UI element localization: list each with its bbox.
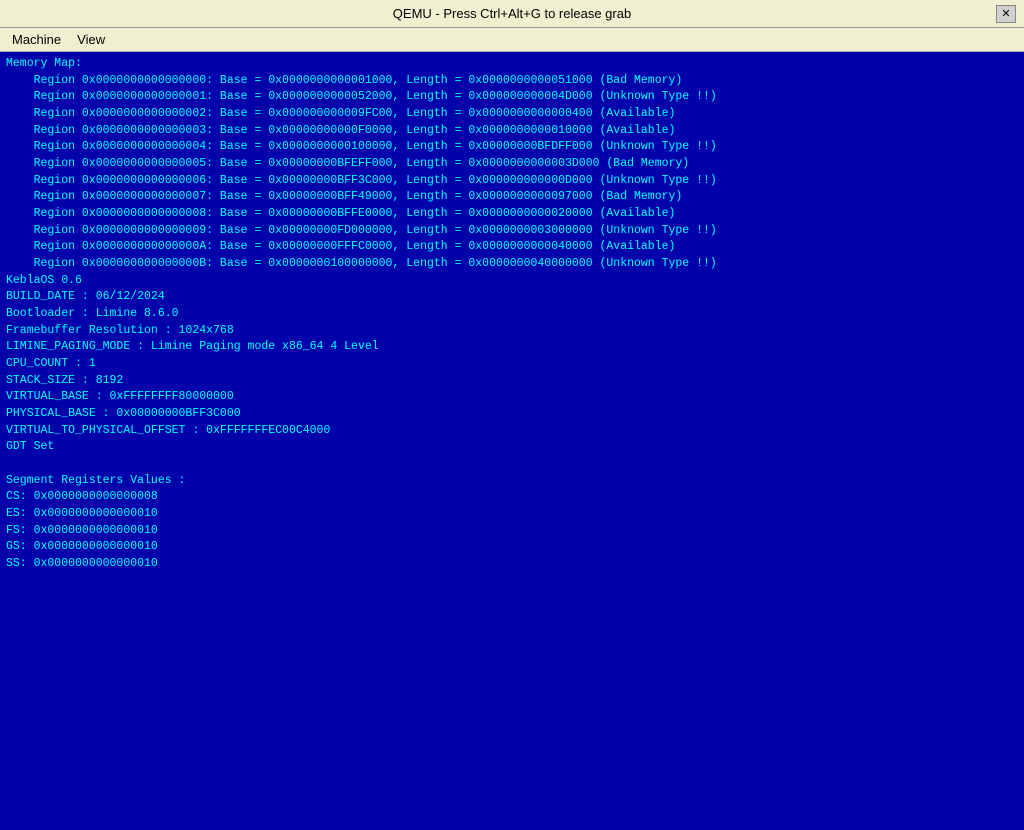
window-title: QEMU - Press Ctrl+Alt+G to release grab [28,6,996,21]
close-button[interactable]: ✕ [996,5,1016,23]
menu-item-view[interactable]: View [69,30,113,49]
menu-bar: MachineView [0,28,1024,52]
menu-item-machine[interactable]: Machine [4,30,69,49]
title-bar: QEMU - Press Ctrl+Alt+G to release grab … [0,0,1024,28]
qemu-display: Memory Map: Region 0x0000000000000000: B… [0,52,1024,830]
console-output: Memory Map: Region 0x0000000000000000: B… [6,56,1018,573]
